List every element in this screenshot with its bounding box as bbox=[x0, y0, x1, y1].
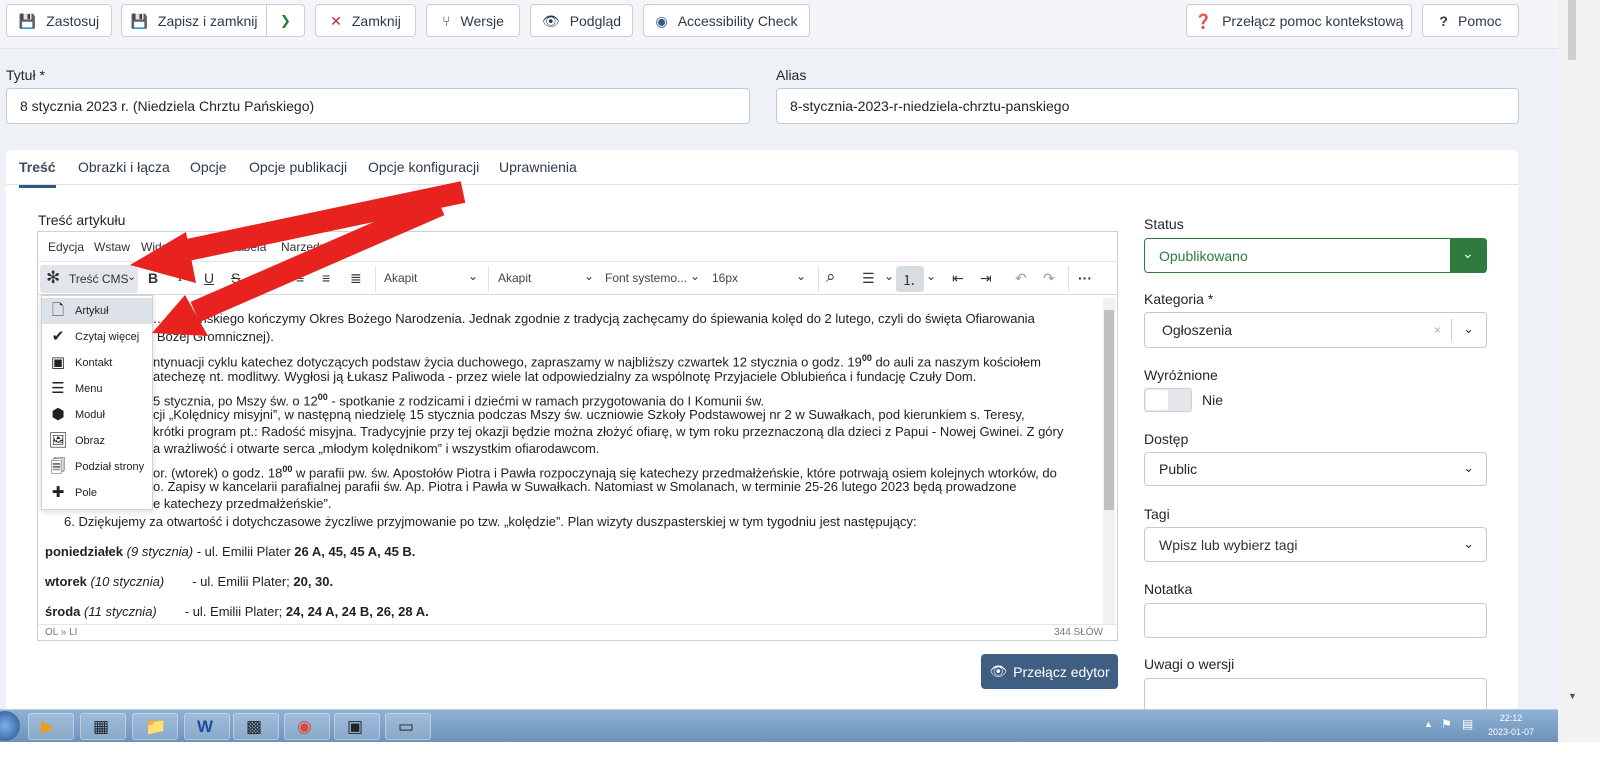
taskbar-screen-app[interactable]: ▭ bbox=[385, 713, 431, 740]
bottom-margin bbox=[0, 742, 1600, 773]
toggle-knob bbox=[1146, 390, 1168, 410]
screen-icon: ▭ bbox=[398, 717, 415, 736]
calculator-icon: ▦ bbox=[93, 717, 110, 736]
featured-value: Nie bbox=[1202, 392, 1224, 408]
category-label: Kategoria * bbox=[1144, 291, 1214, 307]
featured-toggle[interactable] bbox=[1144, 388, 1192, 412]
taskbar-calculator[interactable]: ▦ bbox=[80, 713, 126, 740]
taskbar-word[interactable]: W bbox=[184, 713, 230, 740]
taskbar-photo-app[interactable]: ▩ bbox=[233, 713, 279, 740]
status-dropdown-button[interactable]: ⌄ bbox=[1450, 238, 1487, 273]
tags-select[interactable]: Wpisz lub wybierz tagi ⌄ bbox=[1144, 527, 1487, 562]
network-icon[interactable]: ⚑ bbox=[1441, 717, 1452, 731]
photo-icon: ▩ bbox=[246, 717, 263, 736]
status-select[interactable]: Opublikowano ⌄ bbox=[1144, 238, 1487, 273]
annotation-arrows bbox=[130, 181, 466, 336]
toggle-editor-button[interactable]: 👁 Przełącz edytor bbox=[981, 654, 1118, 689]
chevron-down-icon: ⌄ bbox=[1463, 535, 1474, 551]
taskbar-explorer[interactable]: 📁 bbox=[132, 713, 178, 740]
windows-taskbar: ▶ ▦ 📁 W ▩ ◉ ▣ ▭ ▲ ⚑ ▤ bbox=[0, 709, 1558, 742]
access-label: Dostęp bbox=[1144, 431, 1189, 447]
access-select[interactable]: Public ⌄ bbox=[1144, 452, 1487, 486]
app-window: 💾 Zastosuj 💾 Zapisz i zamknij ❯ ✕ Zamknij ⑂… bbox=[0, 0, 1600, 773]
media-player-icon: ▶ bbox=[41, 717, 55, 736]
chevron-down-icon: ⌄ bbox=[1463, 321, 1474, 337]
divider bbox=[1451, 319, 1452, 341]
note-input[interactable] bbox=[1144, 603, 1487, 638]
eye-icon: 👁 bbox=[989, 663, 1008, 679]
tags-label: Tagi bbox=[1144, 506, 1170, 522]
taskbar-media-player[interactable]: ▶ bbox=[28, 713, 74, 740]
status-label: Status bbox=[1144, 216, 1184, 232]
start-button[interactable] bbox=[0, 711, 20, 741]
folder-icon: 📁 bbox=[145, 717, 167, 736]
taskbar-app[interactable]: ▣ bbox=[334, 713, 380, 740]
app-icon: ▣ bbox=[347, 717, 364, 736]
chevron-down-icon: ⌄ bbox=[1463, 460, 1474, 476]
chrome-icon: ◉ bbox=[297, 717, 312, 736]
taskbar-chrome[interactable]: ◉ bbox=[284, 713, 330, 740]
annotation-arrowhead bbox=[130, 232, 196, 283]
version-note-input[interactable] bbox=[1144, 678, 1487, 709]
scrollbar-thumb[interactable] bbox=[1568, 0, 1576, 60]
note-label: Notatka bbox=[1144, 581, 1193, 597]
version-note-label: Uwagi o wersji bbox=[1144, 656, 1235, 672]
featured-label: Wyróżnione bbox=[1144, 367, 1218, 383]
tray-clock[interactable]: 22:12 2023-01-07 bbox=[1480, 711, 1542, 739]
word-icon: W bbox=[197, 717, 214, 736]
tray-expand-icon[interactable]: ▲ bbox=[1424, 719, 1433, 729]
clear-icon[interactable]: × bbox=[1434, 323, 1441, 337]
display-icon[interactable]: ▤ bbox=[1462, 717, 1473, 731]
page-scrollbar[interactable]: ▼ bbox=[1558, 0, 1600, 742]
chevron-down-icon: ⌄ bbox=[1462, 245, 1474, 261]
category-select[interactable]: Ogłoszenia × ⌄ bbox=[1144, 312, 1487, 348]
scroll-down-icon[interactable]: ▼ bbox=[1568, 691, 1577, 701]
